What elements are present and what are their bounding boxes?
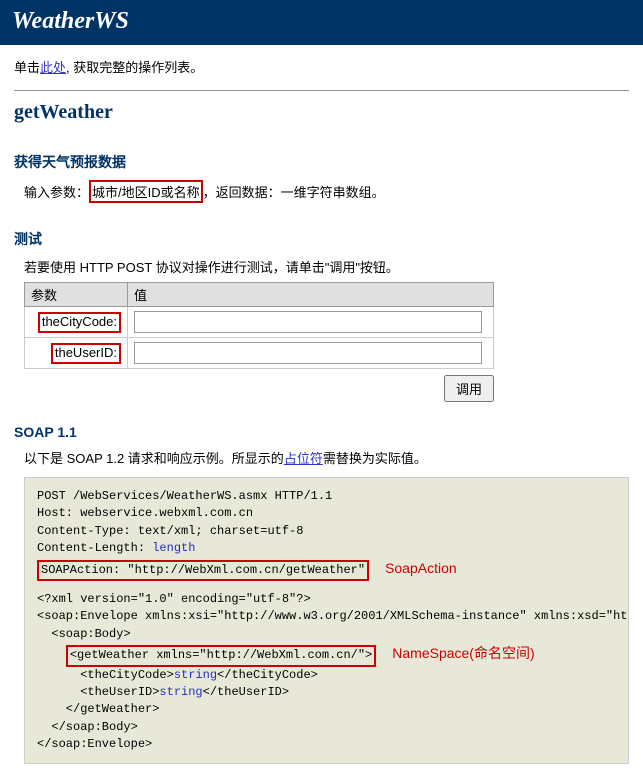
page-title: WeatherWS [12,8,631,35]
code-line: </soap:Envelope> [37,736,616,753]
soap-desc: 以下是 SOAP 1.2 请求和响应示例。所显示的占位符需替换为实际值。 [24,448,629,467]
separator [14,90,629,91]
namespace-box: <getWeather xmlns="http://WebXml.com.cn/… [66,645,376,666]
soap-title: SOAP 1.1 [14,424,629,440]
soap-desc-prefix: 以下是 SOAP 1.2 请求和响应示例。所显示的 [24,451,284,466]
table-header-row: 参数 值 [25,283,494,307]
soapaction-box: SOAPAction: "http://WebXml.com.cn/getWea… [37,560,369,581]
code-line: </getWeather> [37,701,616,718]
code-line: <soap:Body> [37,626,616,643]
userid-input[interactable] [134,342,482,364]
length-placeholder: length [152,541,195,555]
topline-prefix: 单击 [14,60,40,75]
page-header: WeatherWS [0,0,643,45]
placeholder-link[interactable]: 占位符 [284,451,323,466]
operations-list-link[interactable]: 此处 [40,60,66,75]
table-row: theUserID: [25,338,494,369]
param-label-citycode: theCityCode: [38,312,121,333]
code-line: Content-Type: text/xml; charset=utf-8 [37,523,616,540]
code-line-soapaction: SOAPAction: "http://WebXml.com.cn/getWea… [37,558,616,581]
param-label-userid: theUserID: [51,343,121,364]
soap-code-block: POST /WebServices/WeatherWS.asmx HTTP/1.… [24,477,629,764]
code-line: </soap:Body> [37,719,616,736]
code-line: Content-Length: length [37,540,616,557]
operation-name: getWeather [14,101,629,124]
params-suffix: ，返回数据：一维字符串数组。 [203,185,385,200]
invoke-button[interactable]: 调用 [444,375,494,402]
string-placeholder: string [159,685,202,699]
code-line: Host: webservice.webxml.com.cn [37,505,616,522]
top-nav-line: 单击此处, 获取完整的操作列表。 [14,57,629,76]
code-line: <soap:Envelope xmlns:xsi="http://www.w3.… [37,608,616,625]
topline-suffix: , 获取完整的操作列表。 [66,60,203,75]
soapaction-annotation: SoapAction [385,560,457,576]
code-line-namespace: <getWeather xmlns="http://WebXml.com.cn/… [37,643,616,666]
params-highlight: 城市/地区ID或名称 [89,180,203,203]
code-line: <theCityCode>string</theCityCode> [37,667,616,684]
code-line: POST /WebServices/WeatherWS.asmx HTTP/1.… [37,488,616,505]
soap-desc-suffix: 需替换为实际值。 [323,451,427,466]
page-content: 单击此处, 获取完整的操作列表。 getWeather 获得天气预报数据 输入参… [0,45,643,776]
citycode-input[interactable] [134,311,482,333]
namespace-annotation: NameSpace(命名空间) [392,645,534,661]
params-prefix: 输入参数： [24,185,89,200]
code-line: <?xml version="1.0" encoding="utf-8"?> [37,591,616,608]
params-line: 输入参数：城市/地区ID或名称，返回数据：一维字符串数组。 [24,180,629,203]
col-param: 参数 [25,283,128,307]
desc-title: 获得天气预报数据 [14,152,629,172]
param-table: 参数 值 theCityCode: theUserID: [24,282,494,369]
col-value: 值 [128,283,494,307]
string-placeholder: string [174,668,217,682]
test-desc: 若要使用 HTTP POST 协议对操作进行测试，请单击"调用"按钮。 [24,257,629,276]
table-row: theCityCode: [25,307,494,338]
code-line: <theUserID>string</theUserID> [37,684,616,701]
test-title: 测试 [14,229,629,249]
